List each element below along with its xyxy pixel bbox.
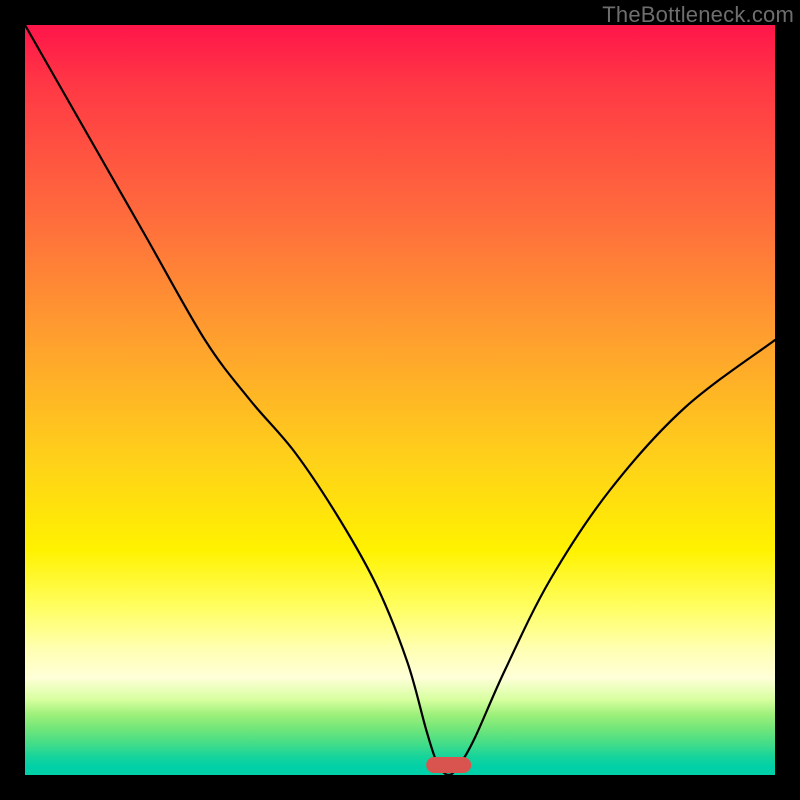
- chart-svg: [25, 25, 775, 775]
- optimal-marker: [426, 757, 471, 773]
- watermark-text: TheBottleneck.com: [602, 2, 794, 28]
- chart-plot-area: [25, 25, 775, 775]
- bottleneck-curve-path: [25, 25, 775, 775]
- bottleneck-curve: [25, 25, 775, 775]
- chart-frame: TheBottleneck.com: [0, 0, 800, 800]
- optimal-marker-pill: [426, 757, 471, 773]
